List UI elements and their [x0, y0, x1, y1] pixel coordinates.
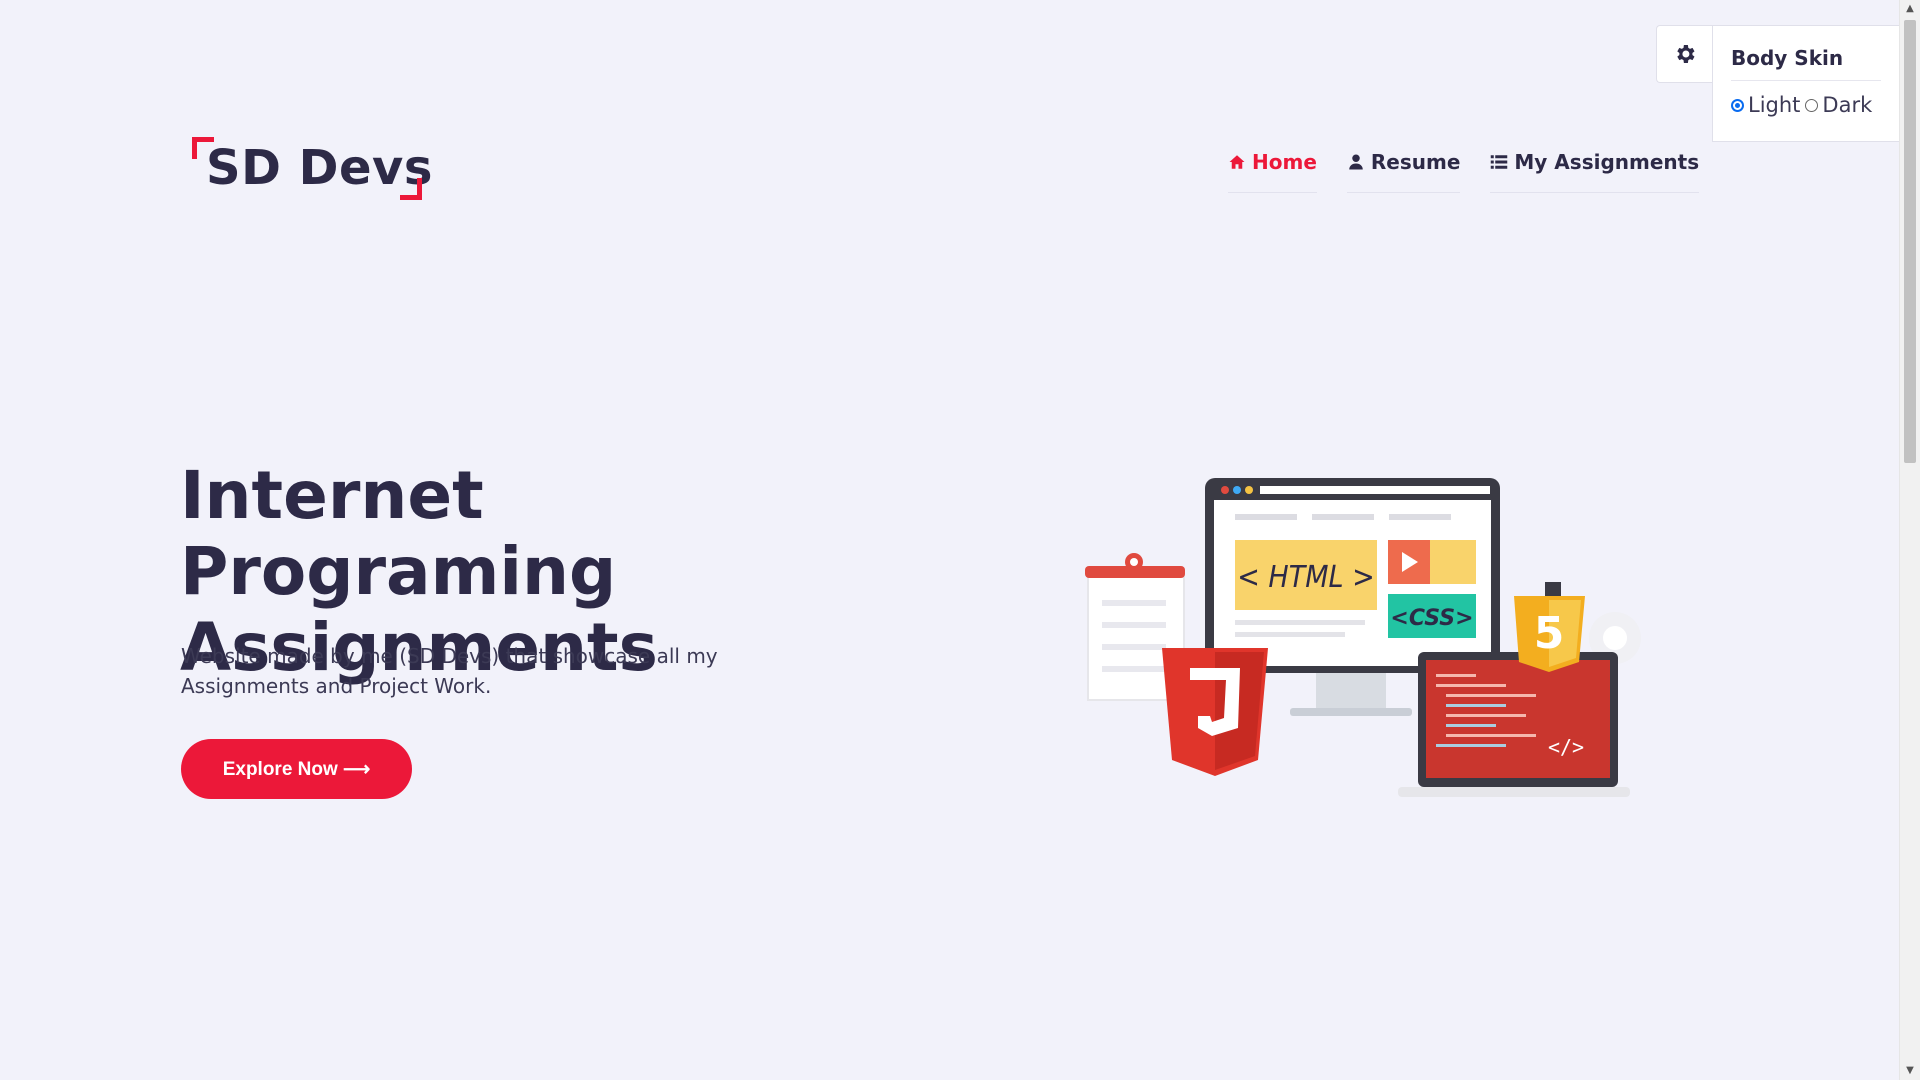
red-shield-badge-icon — [1162, 648, 1268, 776]
nav-item-assignments[interactable]: My Assignments — [1490, 150, 1700, 193]
settings-toggle-button[interactable] — [1656, 25, 1713, 83]
html-tag-text: < HTML > — [1237, 560, 1374, 595]
hero-desc-line2: Assignments and Project Work. — [181, 674, 492, 698]
nav-item-resume[interactable]: Resume — [1346, 150, 1461, 193]
code-tag-text: </> — [1548, 735, 1584, 759]
html5-badge-icon: 5 — [1514, 582, 1585, 672]
gear-icon — [1677, 45, 1695, 63]
scroll-up-arrow-icon[interactable]: ▲ — [1900, 0, 1920, 18]
body-skin-title: Body Skin — [1731, 46, 1881, 81]
laptop-icon: </> — [1398, 652, 1630, 797]
nav-assignments-label: My Assignments — [1514, 150, 1700, 174]
list-icon — [1491, 155, 1508, 169]
light-radio[interactable] — [1731, 98, 1744, 112]
scroll-down-arrow-icon[interactable]: ▼ — [1900, 1062, 1920, 1080]
nav-home-label: Home — [1252, 150, 1317, 174]
main-nav: Home Resume My Assignments — [1228, 150, 1700, 193]
css-tag-text: <CSS> — [1390, 606, 1473, 631]
page-scrollbar[interactable]: ▲ ▼ — [1899, 0, 1920, 1080]
body-skin-panel: Body Skin Light Dark — [1712, 25, 1900, 142]
explore-now-button[interactable]: Explore Now ⟶ — [181, 739, 412, 799]
nav-resume-label: Resume — [1370, 150, 1461, 174]
user-icon — [1349, 154, 1363, 170]
skin-options: Light Dark — [1731, 93, 1881, 117]
html5-number: 5 — [1534, 608, 1565, 659]
dark-label[interactable]: Dark — [1822, 93, 1872, 117]
nav-item-home[interactable]: Home — [1228, 150, 1317, 193]
scrollbar-thumb[interactable] — [1904, 20, 1916, 463]
dark-radio[interactable] — [1805, 98, 1819, 112]
web-dev-illustration: < HTML > <CSS> </> 5 — [1085, 478, 1641, 797]
hero-description: Website made by me (SD Devs) that showca… — [181, 641, 781, 701]
hero-desc-line1: Website made by me (SD Devs) that showca… — [181, 644, 718, 668]
site-logo[interactable]: SD Devs — [192, 134, 432, 200]
home-icon — [1229, 155, 1245, 169]
hero-title-line1: Internet Programing — [180, 457, 617, 610]
light-label[interactable]: Light — [1748, 93, 1800, 117]
logo-corner-bottom-right — [400, 178, 422, 200]
logo-text: SD Devs — [206, 140, 433, 196]
